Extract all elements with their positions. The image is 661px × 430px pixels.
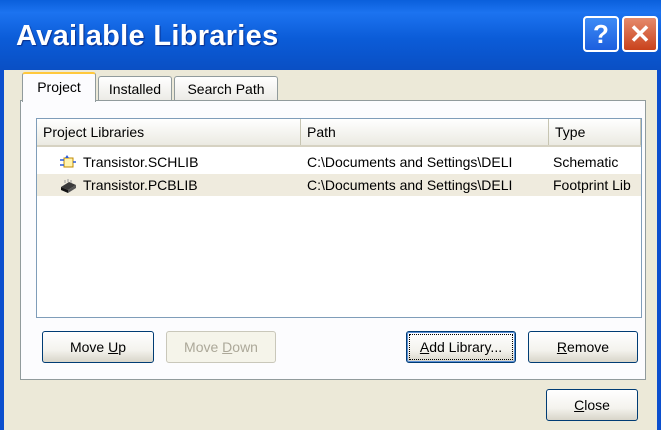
library-path: C:\Documents and Settings\DELI bbox=[307, 154, 513, 170]
button-label: emove bbox=[567, 339, 610, 355]
button-accelerator: R bbox=[556, 339, 568, 355]
button-accelerator: D bbox=[222, 339, 233, 355]
column-header-project-libraries[interactable]: Project Libraries bbox=[37, 119, 301, 145]
column-header-path[interactable]: Path bbox=[301, 119, 549, 145]
title-bar[interactable]: Available Libraries ? ✕ bbox=[0, 0, 661, 70]
button-label: Move bbox=[69, 339, 109, 355]
table-row[interactable]: Transistor.PCBLIB C:\Documents and Setti… bbox=[37, 174, 641, 196]
tab-installed[interactable]: Installed bbox=[98, 76, 172, 100]
move-down-button[interactable]: Move Down bbox=[166, 331, 276, 363]
window-frame-left bbox=[0, 70, 4, 430]
help-button[interactable]: ? bbox=[583, 16, 619, 52]
list-header: Project Libraries Path Type bbox=[37, 119, 641, 147]
tab-label: Search Path bbox=[187, 81, 265, 97]
library-name: Transistor.PCBLIB bbox=[83, 177, 198, 193]
column-header-type[interactable]: Type bbox=[549, 119, 641, 145]
button-accelerator: C bbox=[574, 397, 585, 413]
button-label: p bbox=[118, 339, 127, 355]
close-window-button[interactable]: ✕ bbox=[622, 16, 658, 52]
remove-button[interactable]: Remove bbox=[528, 331, 638, 363]
tab-project[interactable]: Project bbox=[22, 72, 96, 102]
library-path: C:\Documents and Settings\DELI bbox=[307, 177, 513, 193]
tab-search-path[interactable]: Search Path bbox=[174, 76, 278, 100]
button-label: Move bbox=[184, 339, 223, 355]
library-name: Transistor.SCHLIB bbox=[83, 154, 199, 170]
library-type: Schematic bbox=[553, 154, 619, 170]
move-up-button[interactable]: Move Up bbox=[42, 331, 154, 363]
window-title: Available Libraries bbox=[16, 20, 279, 52]
button-label: lose bbox=[584, 397, 610, 413]
project-libraries-list[interactable]: Project Libraries Path Type Transistor.S… bbox=[36, 118, 642, 318]
window-frame-right bbox=[657, 70, 661, 430]
library-type: Footprint Lib bbox=[553, 177, 631, 193]
tab-label: Installed bbox=[108, 81, 162, 97]
add-library-button[interactable]: Add Library... bbox=[406, 331, 516, 363]
table-row[interactable]: Transistor.SCHLIB C:\Documents and Setti… bbox=[37, 151, 641, 173]
schematic-library-icon bbox=[60, 155, 76, 168]
button-accelerator: A bbox=[419, 339, 430, 355]
tab-label: Project bbox=[37, 79, 81, 95]
button-label: own bbox=[232, 339, 258, 355]
button-accelerator: U bbox=[108, 339, 119, 355]
pcb-library-icon bbox=[61, 179, 76, 193]
button-label: dd Library... bbox=[429, 339, 503, 355]
close-button[interactable]: Close bbox=[546, 389, 638, 421]
